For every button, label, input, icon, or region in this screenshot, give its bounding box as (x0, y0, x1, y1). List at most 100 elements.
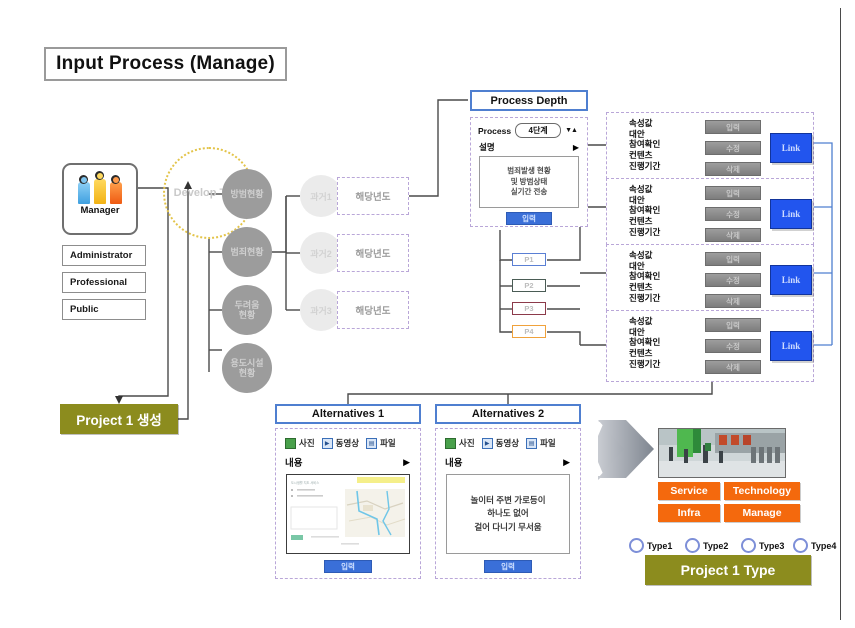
attr-edit-button[interactable]: 수정 (705, 207, 761, 221)
attr-delete-button[interactable]: 삭제 (705, 360, 761, 374)
street-photo-graphic (659, 429, 785, 477)
attr-label: 진행기간 (629, 160, 661, 171)
process-description-box[interactable]: 범죄발생 현황 및 방범상태 실기간 전송 (479, 156, 579, 208)
role-label: Professional (70, 277, 128, 288)
attr-label: 컨텐츠 (629, 149, 653, 160)
attr-delete-button[interactable]: 삭제 (705, 294, 761, 308)
media-icon-row: 사진 ▶ 동영상 ▤ 파일 (436, 429, 580, 449)
video-icon-button[interactable]: ▶ 동영상 (481, 437, 520, 449)
type-label: Type1 (647, 540, 673, 551)
attr-label: 참여확인 (629, 205, 661, 216)
file-icon-label: 파일 (540, 438, 556, 448)
process-submit-button[interactable]: 입력 (506, 212, 552, 225)
category-circle-3[interactable]: 두려움 현황 (222, 285, 272, 335)
past-year-box-1[interactable]: 해당년도 (337, 177, 409, 215)
photo-icon-button[interactable]: 사진 (445, 437, 475, 449)
past-year-box-3[interactable]: 해당년도 (337, 291, 409, 329)
role-professional[interactable]: Professional (62, 272, 146, 293)
attribute-label-list: 속성값 대안 참여확인 컨텐츠 진행기간 (629, 184, 660, 237)
project-create-button[interactable]: Project 1 생성 (60, 404, 178, 434)
process-depth-select[interactable]: 4단계 (515, 123, 562, 138)
attr-edit-button[interactable]: 수정 (705, 273, 761, 287)
attr-delete-button[interactable]: 삭제 (705, 228, 761, 242)
flow-arrow-icon (598, 420, 654, 480)
type-option-4[interactable]: Type4 (793, 538, 837, 553)
text-line-3: 걸어 다니기 무서움 (474, 521, 542, 532)
category-infra-button[interactable]: Infra (658, 504, 720, 522)
type-option-3[interactable]: Type3 (741, 538, 793, 553)
attr-input-button[interactable]: 입력 (705, 120, 761, 134)
chevron-right-icon[interactable]: ▶ (563, 457, 570, 468)
map-screenshot[interactable]: 도시생활 지도 서비스 (286, 474, 410, 554)
video-icon-label: 동영상 (335, 438, 360, 448)
radio-icon[interactable] (793, 538, 808, 553)
type-option-2[interactable]: Type2 (685, 538, 741, 553)
category-circle-2[interactable]: 범죄현황 (222, 227, 272, 277)
category-service-button[interactable]: Service (658, 482, 720, 500)
link-button[interactable]: Link (770, 199, 812, 229)
link-button[interactable]: Link (770, 133, 812, 163)
alternatives-1-submit-button[interactable]: 입력 (324, 560, 372, 573)
attribute-panel-4: 속성값 대안 참여확인 컨텐츠 진행기간 입력 수정 삭제 Link (606, 310, 814, 382)
link-button[interactable]: Link (770, 331, 812, 361)
file-icon: ▤ (526, 437, 538, 449)
type-label: Type2 (703, 540, 729, 551)
attr-input-button[interactable]: 입력 (705, 252, 761, 266)
past-circle-3[interactable]: 과거3 (300, 289, 342, 331)
photo-icon-label: 사진 (299, 438, 315, 448)
category-technology-button[interactable]: Technology (724, 482, 800, 500)
chevron-right-icon[interactable]: ▶ (573, 143, 579, 152)
category-manage-button[interactable]: Manage (724, 504, 800, 522)
video-icon-label: 동영상 (495, 438, 520, 448)
past-year-box-2[interactable]: 해당년도 (337, 234, 409, 272)
alternatives-1-header: Alternatives 1 (275, 404, 421, 424)
category-label-line2: 현황 (238, 368, 256, 378)
photo-icon-button[interactable]: 사진 (285, 437, 315, 449)
radio-icon[interactable] (741, 538, 756, 553)
attr-label: 속성값 (629, 316, 653, 326)
category-circle-1[interactable]: 방범현황 (222, 169, 272, 219)
p-box-1[interactable]: P1 (512, 253, 546, 266)
attribute-label-list: 속성값 대안 참여확인 컨텐츠 진행기간 (629, 250, 660, 303)
category-circle-4[interactable]: 용도시설 현황 (222, 343, 272, 393)
page-edge-divider (840, 8, 841, 620)
category-label: 방범현황 (230, 188, 264, 199)
past-circle-2[interactable]: 과거2 (300, 232, 342, 274)
p-box-2[interactable]: P2 (512, 279, 546, 292)
category-label-line1: 용도시설 (230, 357, 264, 368)
attr-edit-button[interactable]: 수정 (705, 339, 761, 353)
type-option-1[interactable]: Type1 (629, 538, 685, 553)
type-label: Type3 (759, 540, 785, 551)
video-icon: ▶ (481, 437, 493, 449)
attr-delete-button[interactable]: 삭제 (705, 162, 761, 176)
attr-label: 속성값 (629, 118, 653, 128)
radio-icon[interactable] (685, 538, 700, 553)
attr-edit-button[interactable]: 수정 (705, 141, 761, 155)
attr-input-button[interactable]: 입력 (705, 186, 761, 200)
radio-icon[interactable] (629, 538, 644, 553)
project-type-result: Project 1 Type (645, 555, 811, 585)
attr-label: 컨텐츠 (629, 347, 653, 358)
manager-card[interactable]: Manager (62, 163, 138, 235)
chevron-right-icon[interactable]: ▶ (403, 457, 410, 468)
alternatives-2-submit-button[interactable]: 입력 (484, 560, 532, 573)
spinner-icon[interactable]: ▼▲ (565, 127, 578, 134)
media-icon-row: 사진 ▶ 동영상 ▤ 파일 (276, 429, 420, 449)
role-administrator[interactable]: Administrator (62, 245, 146, 266)
attr-input-button[interactable]: 입력 (705, 318, 761, 332)
attr-label: 진행기간 (629, 226, 661, 237)
past-circle-1[interactable]: 과거1 (300, 175, 342, 217)
video-icon-button[interactable]: ▶ 동영상 (321, 437, 360, 449)
link-button[interactable]: Link (770, 265, 812, 295)
photo-icon (445, 437, 456, 449)
attr-label: 참여확인 (629, 271, 661, 282)
attr-label: 컨텐츠 (629, 215, 653, 226)
alternatives-2-text-area[interactable]: 놀이터 주변 가로등이 하나도 없어 걸어 다니기 무서움 (446, 474, 570, 554)
photo-icon (285, 437, 296, 449)
role-public[interactable]: Public (62, 299, 146, 320)
p-box-4[interactable]: P4 (512, 325, 546, 338)
file-icon-button[interactable]: ▤ 파일 (366, 437, 396, 449)
p-box-label: P1 (524, 255, 534, 264)
p-box-3[interactable]: P3 (512, 302, 546, 315)
file-icon-button[interactable]: ▤ 파일 (526, 437, 556, 449)
